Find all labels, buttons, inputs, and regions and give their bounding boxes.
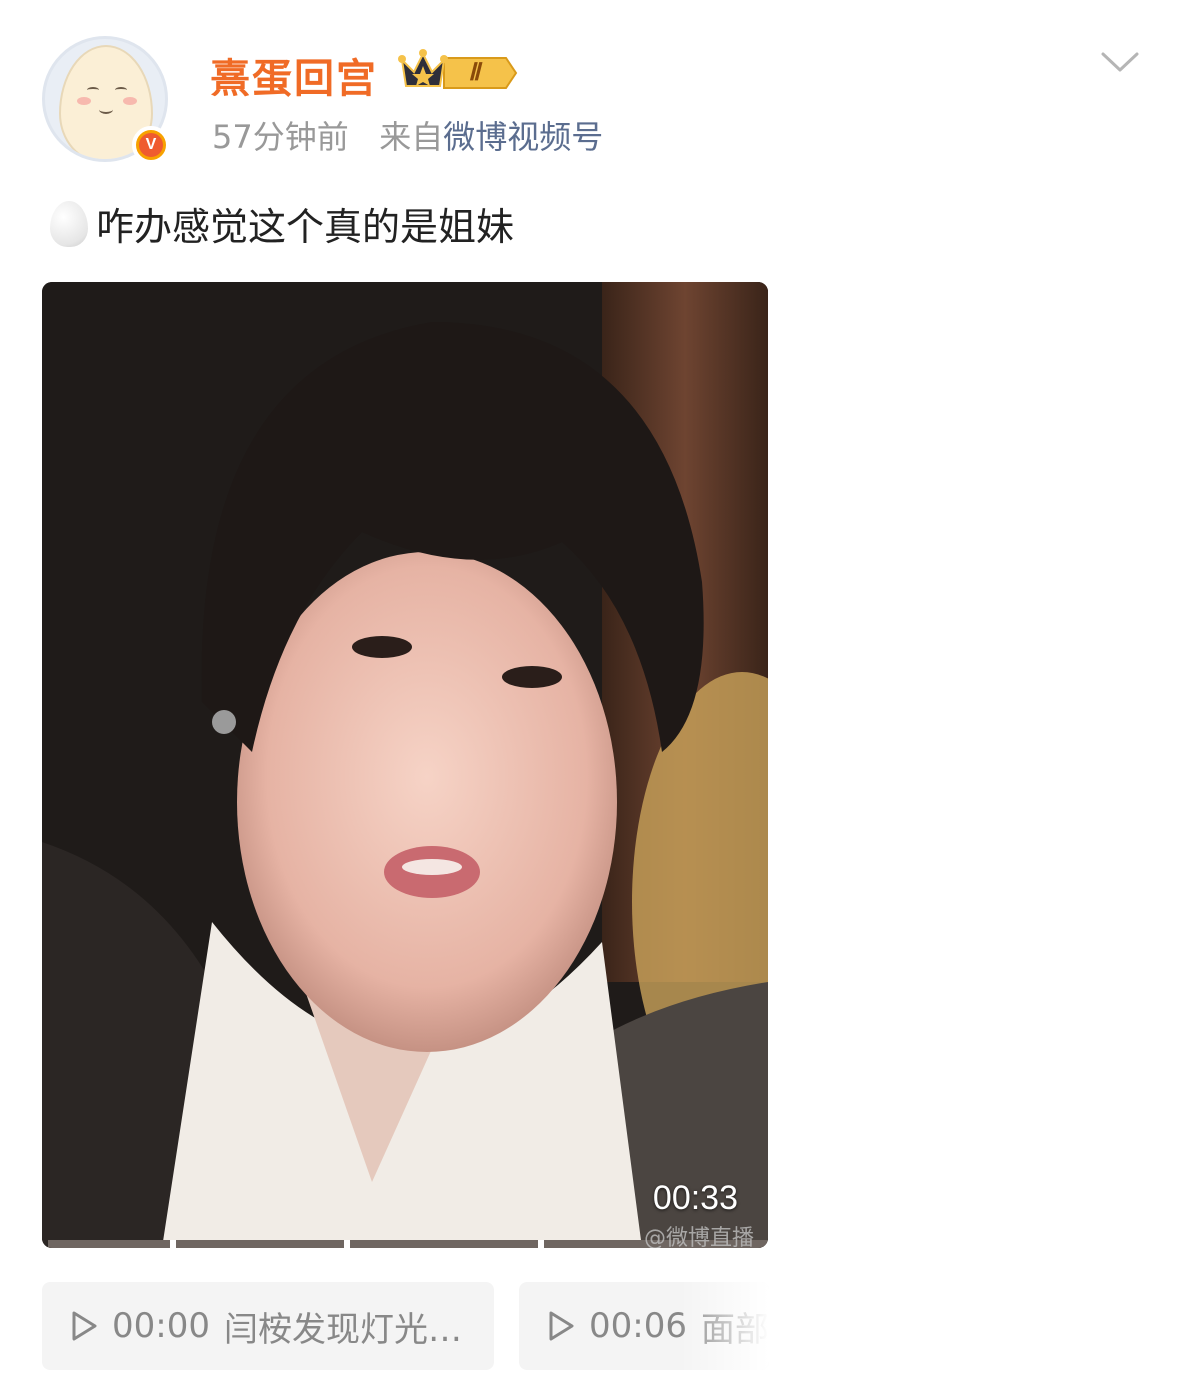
egg-emoji-icon xyxy=(50,200,88,247)
post-body: 咋办感觉这个真的是姐妹 xyxy=(96,205,515,249)
source-prefix: 来自 xyxy=(379,118,444,156)
timestamp: 57分钟前 xyxy=(212,118,349,156)
chapter-item[interactable]: 00:00 闫桉发现灯光… xyxy=(42,1282,494,1370)
video-frame xyxy=(42,282,768,1248)
chapter-time: 00:06 xyxy=(589,1306,687,1346)
crown-icon[interactable]: Ⅱ xyxy=(398,44,518,94)
chapter-title: 闫桉发现灯光… xyxy=(223,1309,462,1350)
source-link[interactable]: 微博视频号 xyxy=(443,118,603,156)
play-icon xyxy=(549,1311,574,1341)
post-meta: 57分钟前 来自微博视频号 xyxy=(212,112,603,158)
video-player[interactable]: 00:33 @微博直播 xyxy=(42,282,768,1248)
username[interactable]: 熹蛋回宫 xyxy=(210,46,378,104)
video-duration: 00:33 xyxy=(652,1179,738,1217)
chapter-title: 面部 xyxy=(700,1309,769,1350)
chapter-time: 00:00 xyxy=(112,1306,210,1346)
verified-badge-icon: V xyxy=(132,126,170,164)
chapter-item[interactable]: 00:06 面部 xyxy=(519,1282,769,1370)
video-watermark: @微博直播 xyxy=(643,1226,754,1248)
chevron-down-icon[interactable] xyxy=(1100,48,1140,76)
avatar[interactable]: V xyxy=(42,36,170,164)
post-text: 咋办感觉这个真的是姐妹 xyxy=(50,196,514,251)
play-icon xyxy=(72,1311,97,1341)
